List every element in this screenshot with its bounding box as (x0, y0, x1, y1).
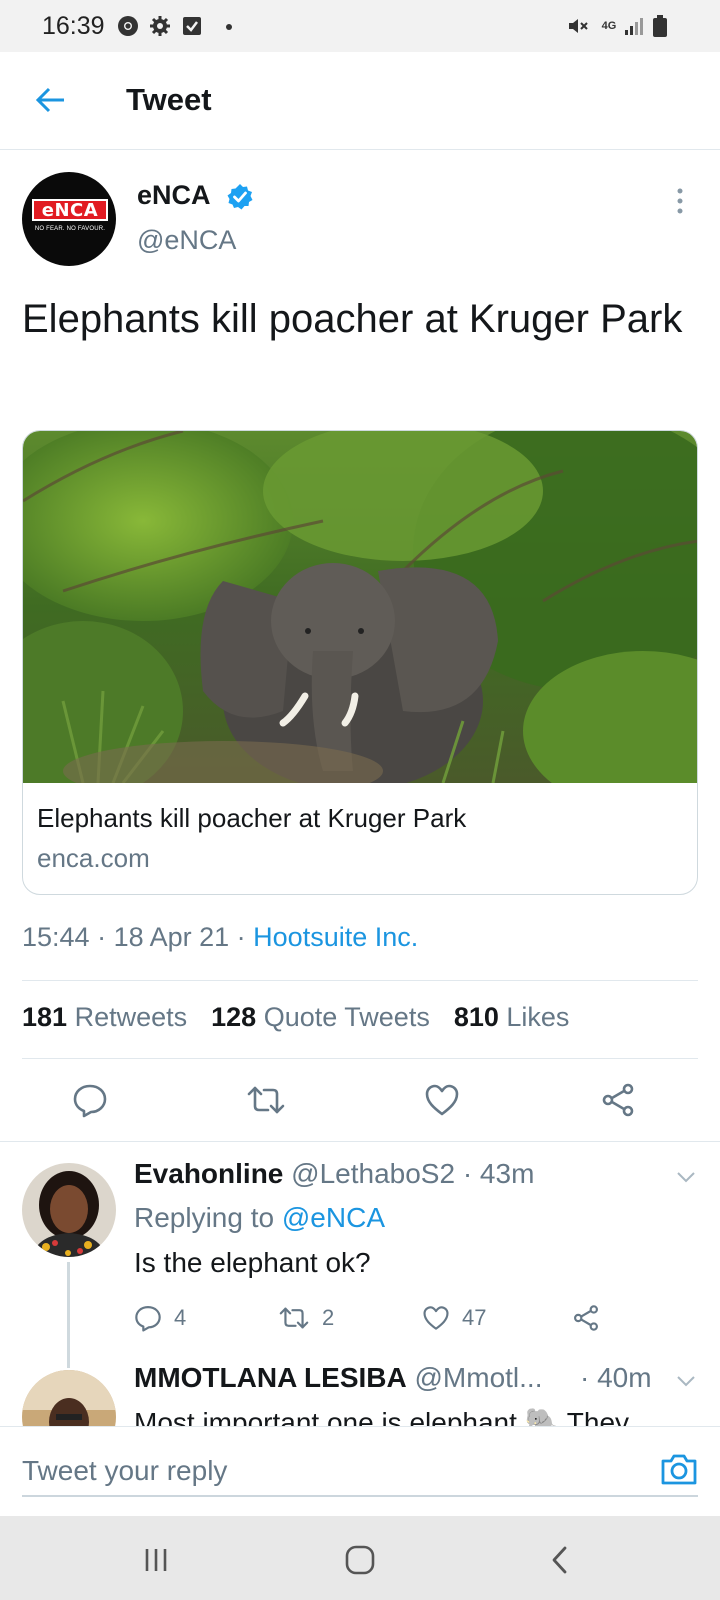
chrome-icon (116, 14, 140, 38)
tweet-meta: 15:44 · 18 Apr 21 · Hootsuite Inc. (22, 922, 418, 953)
back-nav-icon[interactable] (540, 1540, 580, 1580)
divider (22, 1058, 698, 1059)
thread-line (67, 1262, 70, 1368)
author-name[interactable]: eNCA (137, 180, 211, 211)
verified-badge-icon (226, 183, 254, 211)
share-icon[interactable] (598, 1080, 638, 1120)
reply-like-button[interactable]: 47 (422, 1300, 486, 1336)
reply-time: · 43m (462, 1158, 535, 1189)
retweet-icon[interactable] (246, 1080, 286, 1120)
reply-retweet-button[interactable]: 2 (278, 1300, 334, 1336)
mute-icon (566, 14, 590, 38)
chevron-down-icon[interactable] (674, 1165, 698, 1189)
reply-author-handle[interactable]: @LethaboS2 (291, 1158, 455, 1189)
reply-share-button[interactable] (572, 1300, 612, 1336)
replying-to-mention[interactable]: @eNCA (282, 1202, 385, 1233)
reply-text: Is the elephant ok? (134, 1247, 371, 1278)
chevron-down-icon[interactable] (674, 1369, 698, 1393)
retweets-stat[interactable]: 181 Retweets (22, 1002, 187, 1032)
reply-header: MMOTLANA LESIBA @Mmotl... (134, 1362, 542, 1394)
reply-composer (0, 1426, 720, 1516)
author-handle[interactable]: @eNCA (137, 225, 236, 256)
elephant-photo (23, 431, 697, 783)
retweet-icon (279, 1307, 309, 1329)
system-nav-bar (0, 1516, 720, 1600)
tweet-text: Elephants kill poacher at Kruger Park (22, 297, 683, 341)
tweet-stats: 181 Retweets 128 Quote Tweets 810 Likes (22, 1002, 569, 1033)
status-bar: 16:39 4G (0, 0, 720, 52)
share-icon (574, 1305, 598, 1331)
like-icon (423, 1306, 449, 1330)
reply-author-name[interactable]: Evahonline (134, 1158, 283, 1189)
enca-logo: eNCA (32, 199, 108, 221)
page-title: Tweet (126, 82, 212, 117)
tweet-date: 18 Apr 21 (113, 922, 230, 952)
recent-apps-icon[interactable] (136, 1540, 176, 1580)
quote-tweets-stat[interactable]: 128 Quote Tweets (211, 1002, 430, 1032)
like-count: 47 (462, 1305, 487, 1330)
likes-stat[interactable]: 810 Likes (454, 1002, 570, 1032)
reply-avatar[interactable] (22, 1163, 116, 1257)
reply-icon (135, 1306, 161, 1332)
like-icon[interactable] (422, 1080, 462, 1120)
more-vertical-icon[interactable] (670, 186, 690, 216)
top-app-bar: Tweet (0, 52, 720, 150)
network-type: 4G (601, 20, 617, 32)
retweet-count: 2 (322, 1305, 335, 1330)
author-avatar[interactable]: eNCA NO FEAR. NO FAVOUR. (22, 172, 116, 266)
card-domain: enca.com (37, 843, 150, 873)
reply-input[interactable] (22, 1447, 698, 1497)
reply-count: 4 (174, 1305, 187, 1330)
notification-dot (226, 24, 232, 30)
reply-author-name[interactable]: MMOTLANA LESIBA (134, 1362, 407, 1393)
meta-separator: · (229, 922, 254, 952)
back-arrow-icon[interactable] (28, 78, 72, 122)
reply-time: · 40m (580, 1362, 652, 1393)
reply-header: Evahonline @LethaboS2 · 43m (134, 1158, 534, 1190)
meta-separator: · (89, 922, 114, 952)
home-icon[interactable] (340, 1540, 380, 1580)
link-card[interactable]: Elephants kill poacher at Kruger Park en… (22, 430, 698, 895)
tweet-time: 15:44 (22, 922, 90, 952)
settings-gear-icon (148, 14, 172, 38)
reply-reply-button[interactable]: 4 (134, 1300, 186, 1336)
status-time: 16:39 (42, 12, 105, 40)
tweet-source-link[interactable]: Hootsuite Inc. (253, 922, 418, 952)
replying-to: Replying to @eNCA (134, 1202, 385, 1233)
camera-icon[interactable] (660, 1451, 698, 1487)
enca-tagline: NO FEAR. NO FAVOUR. (34, 226, 106, 232)
signal-icon (622, 14, 646, 38)
reply-author-handle[interactable]: @Mmotl... (415, 1362, 543, 1393)
card-title: Elephants kill poacher at Kruger Park (37, 803, 467, 833)
reply-icon[interactable] (70, 1080, 110, 1120)
checkbox-notification-icon (180, 14, 204, 38)
tweet-action-bar (0, 1060, 720, 1142)
battery-icon (648, 14, 672, 38)
divider (22, 980, 698, 981)
